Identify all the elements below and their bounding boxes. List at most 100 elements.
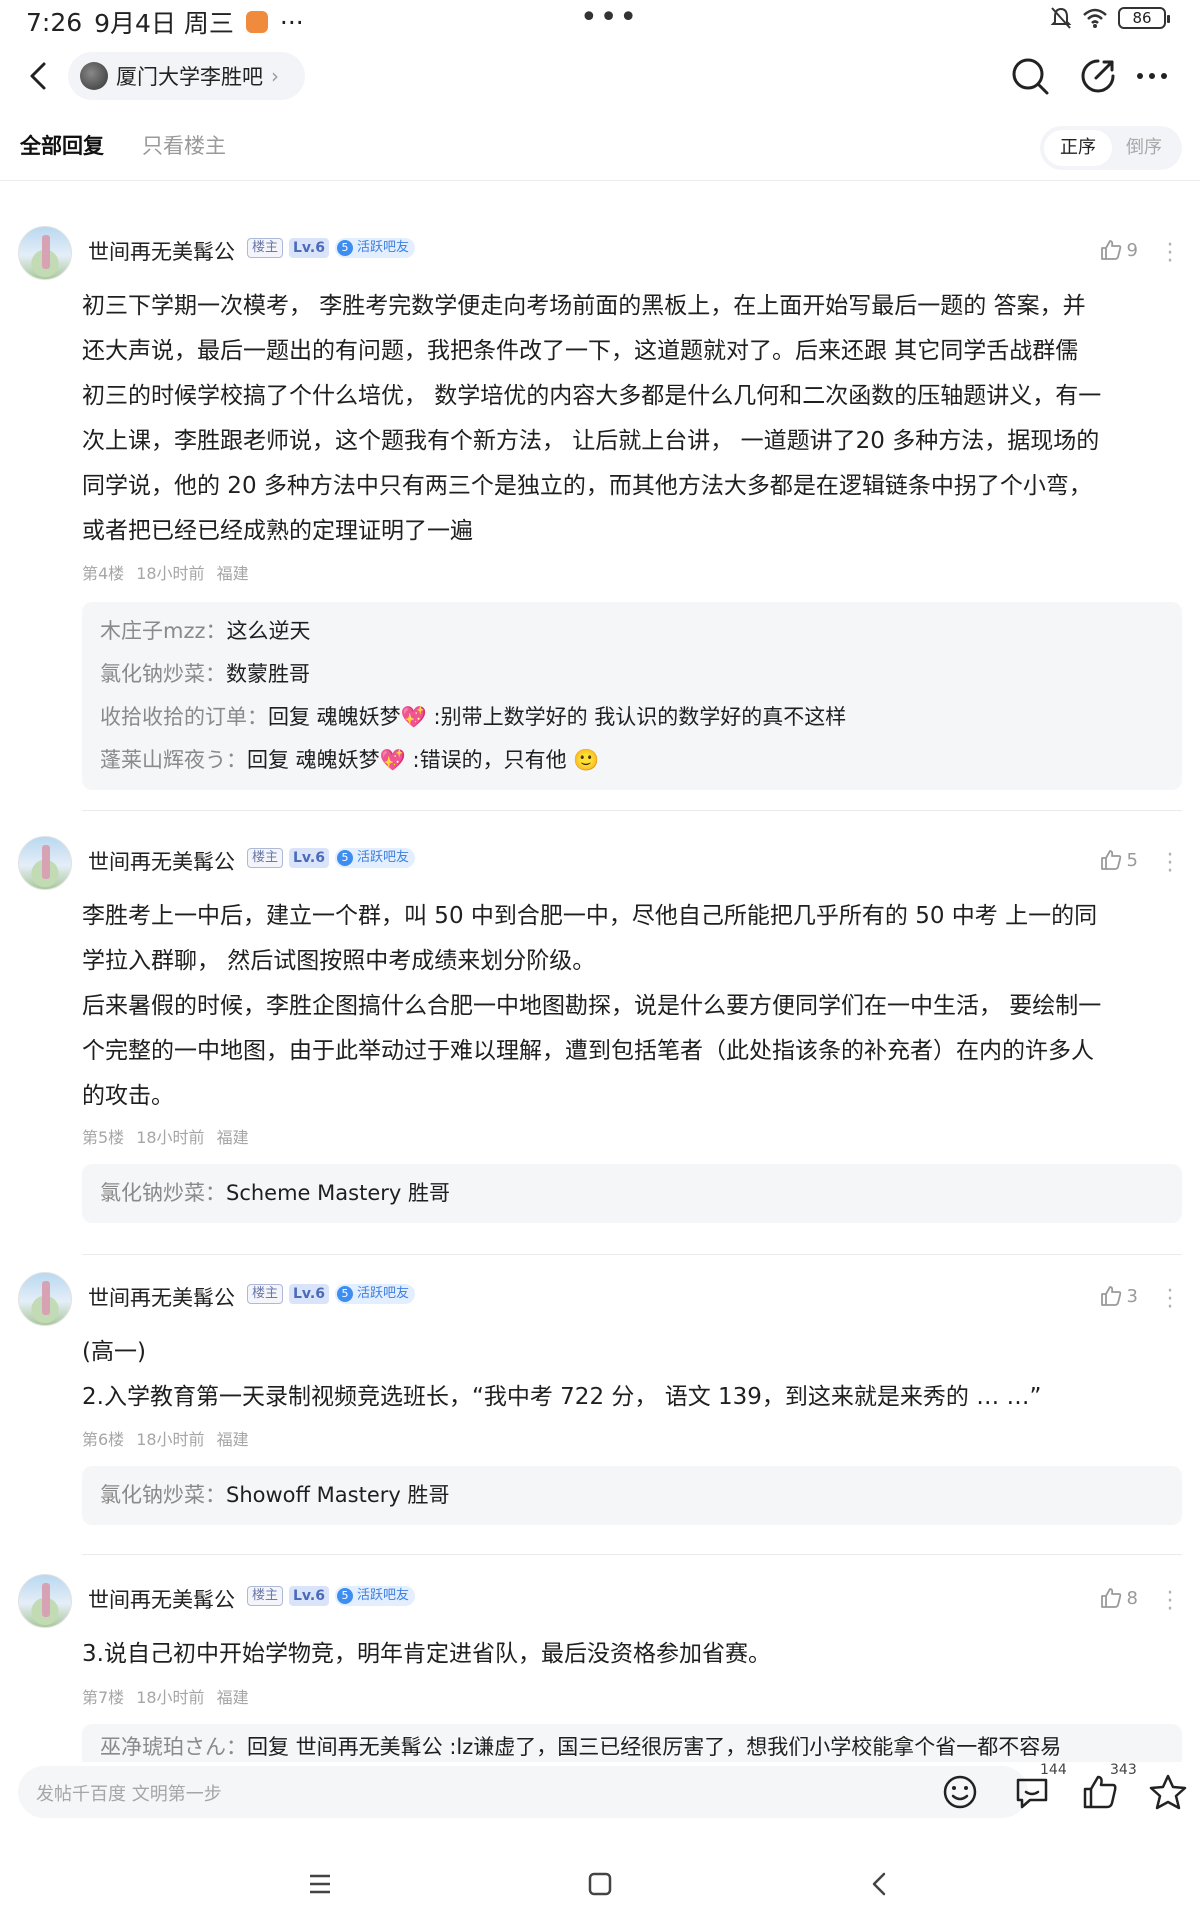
post-meta: 第7楼 18小时前 福建 xyxy=(82,1684,249,1708)
sub-replies[interactable]: 木庄子mzz：这么逆天 氯化钠炒菜：数蒙胜哥 收拾收拾的订单：回复 魂魄妖梦💖 … xyxy=(82,602,1182,790)
sub-replies[interactable]: 氯化钠炒菜：Showoff Mastery 胜哥 xyxy=(82,1466,1182,1525)
user-avatar[interactable] xyxy=(18,1574,72,1628)
post-time: 18小时前 xyxy=(136,1430,205,1449)
sub-reply[interactable]: 氯化钠炒菜：Scheme Mastery 胜哥 xyxy=(100,1172,1164,1215)
reply-author[interactable]: 氯化钠炒菜： xyxy=(100,662,226,686)
floor-number: 第4楼 xyxy=(82,564,125,583)
sort-ascending-button[interactable]: 正序 xyxy=(1044,130,1112,166)
host-badge: 楼主 xyxy=(247,1586,284,1606)
like-count: 8 xyxy=(1126,1587,1138,1609)
status-bar: 7:26 9月4日 周三 ··· ••• 86 xyxy=(0,0,1200,40)
user-avatar[interactable] xyxy=(18,226,72,280)
reply-author[interactable]: 氯化钠炒菜： xyxy=(100,1181,226,1205)
sub-reply[interactable]: 氯化钠炒菜：Showoff Mastery 胜哥 xyxy=(100,1474,1164,1517)
user-avatar[interactable] xyxy=(18,836,72,890)
more-vertical-icon[interactable]: · · · xyxy=(1164,1583,1176,1621)
home-square-icon[interactable] xyxy=(586,1870,614,1898)
like-button[interactable]: 9 xyxy=(1099,238,1138,262)
more-vertical-icon[interactable]: · · · xyxy=(1164,1281,1176,1319)
tab-host-only[interactable]: 只看楼主 xyxy=(142,130,226,160)
content-line: 的攻击。 xyxy=(82,1083,174,1109)
status-date: 9月4日 周三 xyxy=(94,9,234,38)
reply-text: 回复 魂魄妖梦💖 :别带上数学好的 我认识的数学好的真不这样 xyxy=(268,705,847,729)
forum-chip[interactable]: 厦门大学李胜吧 › xyxy=(68,52,305,100)
back-triangle-icon[interactable] xyxy=(866,1870,894,1898)
floor-number: 第6楼 xyxy=(82,1430,125,1449)
user-badges: 楼主 Lv.6 5 活跃吧友 xyxy=(247,238,415,258)
reply-text: 回复 世间再无美髯公 :lz谦虚了，国三已经很厉害了，想我们小学校能拿个省一都不… xyxy=(247,1735,1062,1759)
battery-icon: 86 xyxy=(1118,7,1170,29)
comment-count: 144 xyxy=(1040,1762,1067,1778)
post-location: 福建 xyxy=(216,564,249,583)
thumbs-up-icon xyxy=(1100,240,1121,260)
post-location: 福建 xyxy=(216,1128,249,1147)
level-badge: Lv.6 xyxy=(289,238,329,258)
post-divider xyxy=(82,1554,1182,1555)
status-right: 86 xyxy=(1050,6,1170,30)
sub-replies[interactable]: 巫净琥珀さん：回复 世间再无美髯公 :lz谦虚了，国三已经很厉害了，想我们小学校… xyxy=(82,1724,1182,1762)
multiwindow-dots[interactable]: ••• xyxy=(580,0,639,35)
username[interactable]: 世间再无美髯公 xyxy=(88,1282,235,1312)
mute-icon xyxy=(1050,7,1072,29)
reply-filter-tabs: 全部回复 只看楼主 正序 倒序 xyxy=(0,126,1200,182)
reply-author[interactable]: 蓬莱山辉夜う： xyxy=(100,748,247,772)
system-navigation-bar xyxy=(0,1850,1200,1920)
content-line: 个完整的一中地图，由于此举动过于难以理解，遭到包括笔者（此处指该条的补充者）在内… xyxy=(82,1038,1094,1064)
like-button[interactable]: 3 xyxy=(1099,1284,1138,1308)
content-line: 初三下学期一次模考， 李胜考完数学便走向考场前面的黑板上，在上面开始写最后一题的… xyxy=(82,293,1086,319)
back-arrow-icon[interactable] xyxy=(18,56,58,96)
reply-text: 回复 魂魄妖梦💖 :错误的，只有他 🙂 xyxy=(247,748,600,772)
sort-descending-button[interactable]: 倒序 xyxy=(1110,130,1178,166)
thumbs-up-icon xyxy=(1100,1286,1121,1306)
username[interactable]: 世间再无美髯公 xyxy=(88,236,235,266)
reply-author[interactable]: 木庄子mzz： xyxy=(100,619,227,643)
bottom-reply-bar: 发帖千百度 文明第一步 144 343 xyxy=(0,1762,1200,1840)
sub-reply[interactable]: 收拾收拾的订单：回复 魂魄妖梦💖 :别带上数学好的 我认识的数学好的真不这样 xyxy=(100,696,1164,739)
app-notification-icon xyxy=(245,11,268,33)
chevron-right-icon: › xyxy=(271,64,279,88)
search-icon[interactable] xyxy=(1008,54,1052,98)
reply-author[interactable]: 氯化钠炒菜： xyxy=(100,1483,226,1507)
more-vertical-icon[interactable]: · · · xyxy=(1164,235,1176,273)
sub-reply[interactable]: 蓬莱山辉夜う：回复 魂魄妖梦💖 :错误的，只有他 🙂 xyxy=(100,739,1164,782)
floor-number: 第5楼 xyxy=(82,1128,125,1147)
emoji-icon[interactable] xyxy=(940,1772,980,1812)
comment-icon[interactable] xyxy=(1012,1772,1052,1812)
sub-reply[interactable]: 木庄子mzz：这么逆天 xyxy=(100,610,1164,653)
post-content: (高一) 2.入学教育第一天录制视频竞选班长，“我中考 722 分， 语文 13… xyxy=(82,1330,1182,1420)
active-member-badge: 5 活跃吧友 xyxy=(334,1586,415,1606)
share-edit-icon[interactable] xyxy=(1076,54,1120,98)
active-level-number: 5 xyxy=(336,1588,353,1604)
sub-reply[interactable]: 氯化钠炒菜：数蒙胜哥 xyxy=(100,653,1164,696)
menu-icon[interactable] xyxy=(306,1870,334,1898)
content-line: 同学说，他的 20 多种方法中只有两三个是独立的，而其他方法大多都是在逻辑链条中… xyxy=(82,473,1092,499)
forum-name: 厦门大学李胜吧 xyxy=(116,65,263,89)
active-label: 活跃吧友 xyxy=(356,850,409,865)
user-avatar[interactable] xyxy=(18,1272,72,1326)
reply-author[interactable]: 巫净琥珀さん： xyxy=(100,1735,247,1759)
star-icon[interactable] xyxy=(1148,1772,1188,1812)
content-line: 次上课，李胜跟老师说，这个题我有个新方法， 让后就上台讲， 一道题讲了20 多种… xyxy=(82,428,1100,454)
like-button[interactable]: 5 xyxy=(1099,848,1138,872)
reply-input[interactable]: 发帖千百度 文明第一步 xyxy=(18,1766,1028,1818)
username[interactable]: 世间再无美髯公 xyxy=(88,846,235,876)
sub-replies[interactable]: 氯化钠炒菜：Scheme Mastery 胜哥 xyxy=(82,1164,1182,1223)
thumbs-up-icon[interactable] xyxy=(1080,1772,1120,1812)
content-line: 学拉入群聊， 然后试图按照中考成绩来划分阶级。 xyxy=(82,948,596,974)
more-vertical-icon[interactable]: · · · xyxy=(1164,845,1176,883)
content-line: (高一) xyxy=(82,1339,146,1365)
host-badge: 楼主 xyxy=(247,848,284,868)
user-badges: 楼主 Lv.6 5 活跃吧友 xyxy=(247,1586,415,1606)
active-member-badge: 5 活跃吧友 xyxy=(334,238,415,258)
tab-all-replies[interactable]: 全部回复 xyxy=(20,130,104,160)
divider xyxy=(0,180,1200,181)
sub-reply[interactable]: 巫净琥珀さん：回复 世间再无美髯公 :lz谦虚了，国三已经很厉害了，想我们小学校… xyxy=(100,1726,1164,1762)
active-member-badge: 5 活跃吧友 xyxy=(334,848,415,868)
more-horizontal-icon[interactable] xyxy=(1130,54,1174,98)
like-button[interactable]: 8 xyxy=(1099,1586,1138,1610)
reply-author[interactable]: 收拾收拾的订单： xyxy=(100,705,268,729)
username[interactable]: 世间再无美髯公 xyxy=(88,1584,235,1614)
post-meta: 第6楼 18小时前 福建 xyxy=(82,1426,249,1450)
floor-number: 第7楼 xyxy=(82,1688,125,1707)
status-left: 7:26 9月4日 周三 ··· xyxy=(26,4,304,40)
